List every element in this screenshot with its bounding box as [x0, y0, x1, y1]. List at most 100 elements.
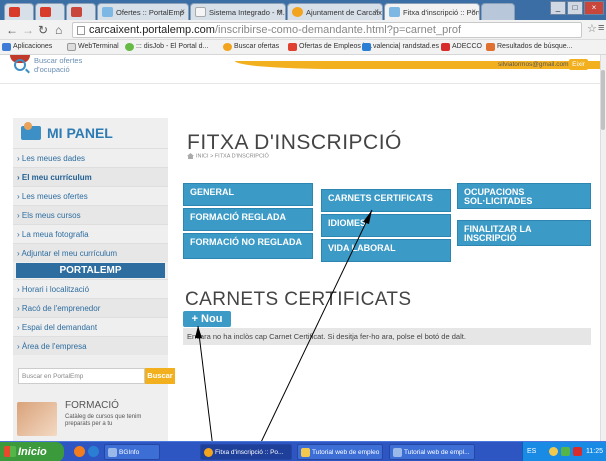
- tab-label: Ofertes :: PortalEmp: [116, 8, 184, 17]
- globe-icon: [223, 43, 232, 51]
- menu-icon[interactable]: ≡: [598, 22, 604, 34]
- page-title: FITXA D'INSCRIPCIÓ: [187, 131, 402, 154]
- sidebar-item-jobseeker-area[interactable]: › Espai del demandant: [13, 317, 168, 336]
- language-indicator[interactable]: ES: [527, 448, 536, 455]
- sidebar-item-my-offers[interactable]: › Les meues ofertes: [13, 186, 168, 205]
- forward-icon[interactable]: →: [22, 23, 34, 37]
- close-icon[interactable]: ×: [374, 7, 379, 16]
- globe-icon: [292, 7, 303, 17]
- breadcrumb: INICI > FITXA D'INSCRIPCIÓ: [187, 153, 269, 159]
- adecco-icon: [441, 43, 450, 51]
- url-input[interactable]: carcaixent.portalemp.com/inscribirse-com…: [72, 22, 582, 38]
- folder-icon: [301, 448, 310, 457]
- breadcrumb-current: > FITXA D'INSCRIPCIÓ: [210, 153, 269, 160]
- bookmark-item[interactable]: Ofertas de Empleos | ...: [288, 43, 372, 51]
- tab-requested-occupations[interactable]: OCUPACIONS SOL·LICITADES: [457, 183, 591, 209]
- network-icon[interactable]: [549, 447, 558, 456]
- add-new-button[interactable]: + Nou: [183, 311, 231, 327]
- tab-work-life[interactable]: VIDA LABORAL: [321, 239, 451, 262]
- exit-button[interactable]: Eixir: [569, 59, 588, 70]
- bookmark-item[interactable]: ::: disJob - El Portal d...: [125, 43, 208, 51]
- bookmark-item[interactable]: WebTerminal: [67, 43, 119, 51]
- browser-tab[interactable]: Ajuntament de Carcaixent ×: [287, 3, 383, 20]
- bookmark-item[interactable]: Resultados de búsque...: [486, 43, 573, 51]
- reload-icon[interactable]: ↻: [38, 23, 48, 37]
- sidebar-item-company-area[interactable]: › Àrea de l'empresa: [13, 336, 168, 355]
- minimize-icon[interactable]: _: [550, 1, 566, 15]
- sidebar-search-button[interactable]: Buscar: [145, 368, 175, 384]
- training-promo[interactable]: FORMACIÓ Catàleg de cursos que tenim pre…: [13, 398, 168, 438]
- home-icon[interactable]: ⌂: [55, 23, 62, 37]
- taskbar-item[interactable]: Tutorial web de empleo: [297, 444, 383, 460]
- taskbar-item-active[interactable]: Fitxa d'inscripció :: Po...: [200, 444, 292, 460]
- bookmark-item[interactable]: valencia| randstad.es: [362, 43, 439, 51]
- sidebar-item-attach-cv[interactable]: › Adjuntar el meu currículum: [13, 243, 168, 262]
- tab-certificates[interactable]: CARNETS CERTIFICATS: [321, 189, 451, 212]
- bookmark-item[interactable]: Buscar ofertas: [223, 43, 280, 51]
- home-icon[interactable]: [187, 153, 194, 159]
- window-controls: _ □ ×: [550, 1, 604, 15]
- sidebar-item-entrepreneur[interactable]: › Racó de l'emprenedor: [13, 298, 168, 317]
- tab-informal-training[interactable]: FORMACIÓ NO REGLADA: [183, 233, 313, 259]
- sidebar-item-label: Adjuntar el meu currículum: [21, 249, 118, 258]
- browser-tab[interactable]: Sistema Integrado - M.I.A ×: [190, 3, 286, 20]
- browser-tab[interactable]: [35, 3, 65, 20]
- url-host: carcaixent.portalemp.com: [89, 24, 215, 36]
- page-icon: [389, 7, 400, 17]
- bookmark-label: Aplicaciones: [13, 43, 53, 50]
- bookmark-item[interactable]: ADECCO: [441, 43, 482, 51]
- security-icon[interactable]: [573, 447, 582, 456]
- new-tab-button[interactable]: [481, 3, 515, 20]
- sidebar-item-my-data[interactable]: › Les meues dades: [13, 148, 168, 167]
- bookmark-item[interactable]: Aplicaciones: [2, 43, 53, 51]
- tab-general[interactable]: GENERAL: [183, 183, 313, 206]
- volume-icon[interactable]: [561, 447, 570, 456]
- close-icon[interactable]: ×: [180, 7, 185, 16]
- sidebar-item-label: Horari i localització: [21, 285, 90, 294]
- browser-tab[interactable]: Ofertes :: PortalEmp ×: [97, 3, 189, 20]
- search-results-icon: [486, 43, 495, 51]
- user-panel-icon: [21, 122, 41, 140]
- address-bar: ← → ↻ ⌂ carcaixent.portalemp.com/inscrib…: [0, 20, 606, 40]
- browser-tab-active[interactable]: Fitxa d'inscripció :: PortalE ×: [384, 3, 480, 20]
- disjob-icon: [125, 43, 134, 51]
- windows-flag-icon: [4, 446, 16, 457]
- sidebar-item-my-photo[interactable]: › La meua fotografia: [13, 224, 168, 243]
- sidebar-item-label: Espai del demandant: [21, 323, 98, 332]
- browser-tab[interactable]: [66, 3, 96, 20]
- back-icon[interactable]: ←: [6, 23, 18, 37]
- close-icon[interactable]: ×: [471, 7, 476, 16]
- page-icon: [102, 7, 113, 17]
- taskbar-item[interactable]: BGInfo: [104, 444, 160, 460]
- close-window-icon[interactable]: ×: [584, 1, 604, 15]
- sidebar-item-schedule[interactable]: › Horari i localització: [13, 279, 168, 298]
- taskbar-item[interactable]: Tutorial web de empl...: [389, 444, 475, 460]
- bookmark-label: Buscar ofertas: [234, 43, 280, 50]
- youtube-icon: [9, 7, 20, 17]
- close-icon[interactable]: ×: [277, 7, 282, 16]
- sidebar-item-my-cv[interactable]: › El meu currículum: [13, 167, 168, 186]
- sidebar-item-label: La meua fotografia: [21, 230, 89, 239]
- sidebar-item-my-courses[interactable]: › Els meus cursos: [13, 205, 168, 224]
- sidebar-item-label: Les meues dades: [21, 154, 86, 163]
- tab-label: Sistema Integrado - M.I.A: [209, 8, 286, 17]
- bookmark-star-icon[interactable]: ☆: [587, 22, 597, 35]
- sidebar-item-label: Racó de l'emprenedor: [21, 304, 101, 313]
- sidebar-search-input[interactable]: Buscar en PortalEmp: [18, 368, 145, 384]
- firefox-icon[interactable]: [74, 446, 85, 457]
- clock: 11:25: [586, 448, 603, 455]
- tab-finish-registration[interactable]: FINALITZAR LA INSCRIPCIÓ: [457, 220, 591, 246]
- tab-label: Fitxa d'inscripció :: PortalE: [403, 8, 479, 17]
- tab-languages[interactable]: IDIOMES: [321, 214, 451, 237]
- ie-icon[interactable]: [88, 446, 99, 457]
- document-icon: [393, 448, 402, 457]
- breadcrumb-home[interactable]: INICI: [196, 153, 209, 159]
- browser-tab[interactable]: [4, 3, 34, 20]
- taskbar-item-label: Tutorial web de empl...: [404, 449, 470, 456]
- start-button[interactable]: Inicio: [0, 442, 64, 461]
- divider: [0, 83, 600, 84]
- scrollbar-thumb[interactable]: [601, 70, 605, 130]
- tab-formal-training[interactable]: FORMACIÓ REGLADA: [183, 208, 313, 231]
- maximize-icon[interactable]: □: [567, 1, 583, 15]
- bookmark-label: ADECCO: [452, 43, 482, 50]
